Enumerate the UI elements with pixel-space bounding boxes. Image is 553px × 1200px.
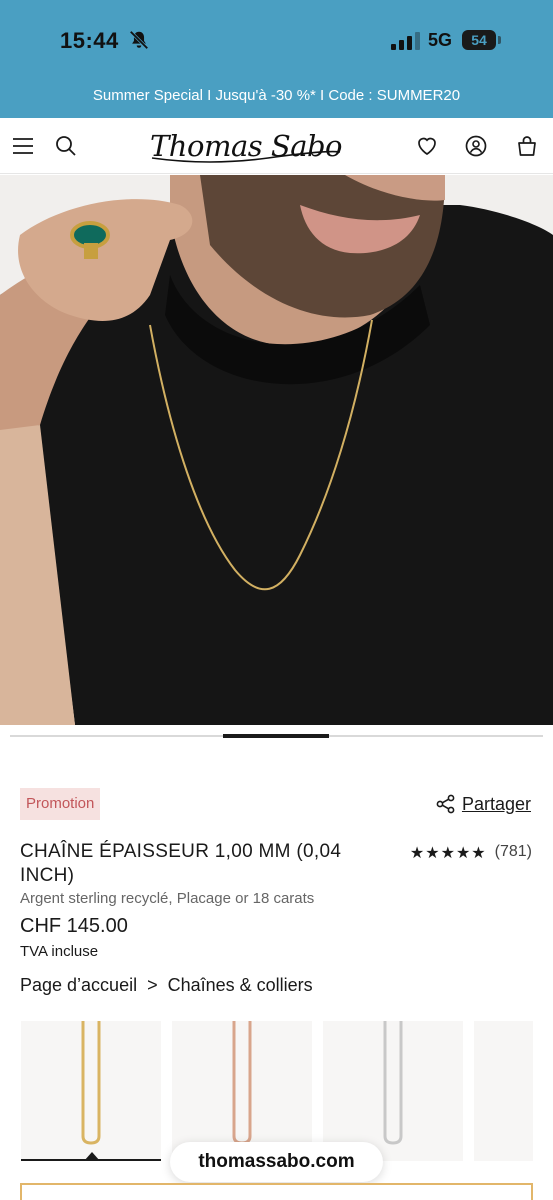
bag-icon[interactable] — [515, 134, 539, 158]
network-label: 5G — [428, 30, 453, 50]
rating-count: (781) — [494, 843, 532, 860]
variant-rose-gold[interactable] — [172, 1021, 312, 1161]
product-material: Argent sterling recyclé, Placage or 18 c… — [20, 890, 315, 907]
battery-tip — [498, 36, 501, 44]
share-label: Partager — [461, 793, 531, 814]
product-price: CHF 145.00 — [20, 915, 128, 937]
selected-variant-caret — [84, 1152, 100, 1161]
status-time: 15:44 — [60, 28, 119, 53]
account-icon[interactable] — [464, 134, 488, 158]
battery-level: 54 — [462, 30, 496, 50]
product-rating[interactable]: ★★★★★ (781) — [410, 843, 532, 863]
variant-gold-chain-image — [81, 1021, 101, 1145]
bell-off-icon — [129, 30, 149, 50]
rating-stars: ★★★★★ — [409, 845, 487, 862]
variant-silver[interactable] — [323, 1021, 463, 1161]
variant-rose-gold-chain-image — [232, 1021, 252, 1145]
product-hero-image[interactable] — [0, 175, 553, 725]
brand-logo[interactable]: Thomas Sabo — [150, 126, 342, 168]
model-wearing-chain-image — [0, 175, 553, 725]
menu-icon[interactable] — [11, 134, 35, 158]
heart-icon[interactable] — [415, 134, 439, 158]
promo-banner-text[interactable]: Summer Special I Jusqu'à -30 %* I Code :… — [0, 87, 553, 104]
gallery-progress-indicator[interactable] — [223, 734, 329, 738]
browser-url-pill[interactable]: thomassabo.com — [170, 1142, 383, 1182]
breadcrumb-category[interactable]: Chaînes & colliers — [168, 975, 313, 996]
variant-gold[interactable] — [21, 1021, 161, 1161]
brand-logo-text: Thomas Sabo — [150, 129, 342, 163]
variant-silver-chain-image — [383, 1021, 403, 1145]
site-header: Thomas Sabo — [0, 118, 553, 174]
share-icon — [436, 794, 455, 814]
battery-icon: 54 — [462, 30, 502, 50]
breadcrumb-separator: > — [147, 975, 158, 995]
search-icon[interactable] — [54, 134, 78, 158]
variant-more[interactable] — [474, 1021, 533, 1161]
promotion-badge: Promotion — [20, 788, 101, 820]
breadcrumb: Page d’accueil > Chaînes & colliers — [20, 975, 313, 996]
share-button[interactable]: Partager — [436, 792, 531, 816]
signal-icon — [391, 32, 420, 50]
size-selector-box[interactable] — [20, 1183, 533, 1200]
vat-note: TVA incluse — [20, 943, 99, 960]
product-page: 15:44 5G 54 Summer Special I Jusqu'à -30… — [0, 0, 553, 1200]
breadcrumb-home[interactable]: Page d’accueil — [20, 975, 137, 996]
product-title: CHAÎNE ÉPAISSEUR 1,00 MM (0,04 INCH) — [20, 841, 342, 886]
